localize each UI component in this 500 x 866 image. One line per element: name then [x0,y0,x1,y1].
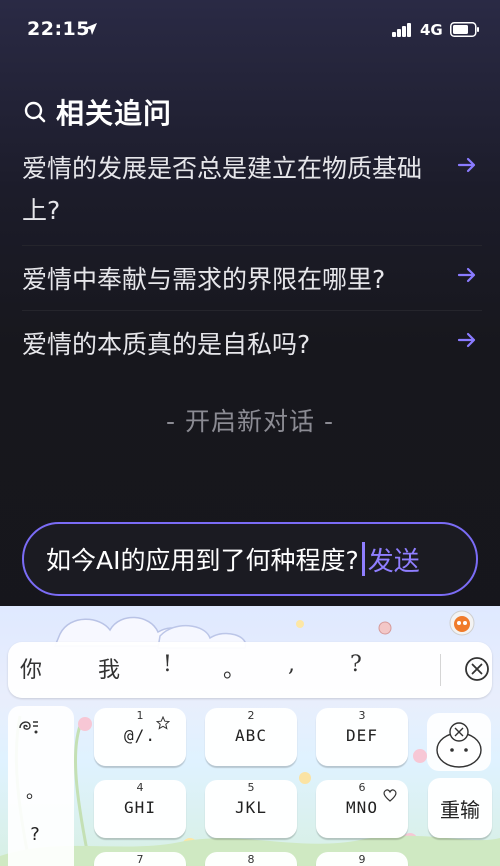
chat-input-box[interactable]: 如今AI的应用到了何种程度? 发送 [22,522,478,596]
related-question-text: 爱情的发展是否总是建立在物质基础上? [22,154,423,225]
related-question-item[interactable]: 爱情中奉献与需求的界限在哪里? [22,246,482,311]
key-number: 5 [247,781,255,794]
symbol-key[interactable]: ? [8,824,62,845]
text-caret [361,542,365,576]
heart-icon [383,789,397,802]
key-number: 7 [136,853,144,866]
key-number: 2 [247,709,255,722]
key-label: @/. [124,726,156,745]
key-label: GHI [124,798,156,817]
key-7[interactable]: 7 [94,852,186,866]
candidate-bar: 你 我 ! 。 , ? [8,642,492,698]
key-4[interactable]: 4 GHI [94,780,186,838]
candidate-item[interactable]: ? [350,652,362,677]
key-9[interactable]: 9 [316,852,408,866]
key-8[interactable]: 8 [205,852,297,866]
related-questions-title: 相关追问 [56,97,173,130]
related-question-text: 爱情中奉献与需求的界限在哪里? [22,265,386,294]
battery-icon [450,22,479,37]
candidate-item[interactable]: 我 [98,652,120,684]
status-bar: 22:15 4G [0,0,500,60]
app-screen: 22:15 4G 相关追问 爱情的发展是否总是建立在物质基础上? 爱情中奉献与需… [0,0,500,866]
emoji-scribble-icon[interactable] [16,716,42,738]
key-number: 1 [136,709,144,722]
status-time: 22:15 [27,18,90,40]
send-button[interactable]: 发送 [368,541,420,578]
related-question-item[interactable]: 爱情的发展是否总是建立在物质基础上? [22,148,482,246]
keyboard-skin-icon[interactable] [449,610,475,636]
arrow-right-icon [457,332,476,348]
chat-input-text[interactable]: 如今AI的应用到了何种程度? [46,541,359,577]
key-3[interactable]: 3 DEF [316,708,408,766]
key-number: 8 [247,853,255,866]
delete-mascot-icon[interactable] [426,712,492,772]
related-questions-header: 相关追问 [24,94,172,130]
star-icon [156,716,170,730]
key-number: 3 [358,709,366,722]
key-5[interactable]: 5 JKL [205,780,297,838]
key-2[interactable]: 2 ABC [205,708,297,766]
arrow-right-icon [457,157,476,173]
search-icon [24,101,46,123]
candidate-item[interactable]: 。 [223,652,245,684]
close-icon[interactable] [464,656,490,682]
related-question-item[interactable]: 爱情的本质真的是自私吗? [22,311,482,381]
symbol-side-panel: 。 ? [8,706,74,866]
arrow-right-icon [457,267,476,283]
candidate-item[interactable]: 你 [20,652,42,684]
key-number: 9 [358,853,366,866]
new-chat-link[interactable]: - 开启新对话 - [0,402,500,438]
reinput-button[interactable]: 重输 [428,778,492,838]
signal-strength-icon [392,22,414,37]
candidate-item[interactable]: , [288,652,295,677]
candidate-divider [440,654,441,686]
key-label: JKL [235,798,267,817]
network-type: 4G [420,21,443,39]
related-questions-list: 爱情的发展是否总是建立在物质基础上? 爱情中奉献与需求的界限在哪里? 爱情的本质… [22,148,482,381]
key-number: 4 [136,781,144,794]
location-arrow-icon [85,23,97,35]
key-1[interactable]: 1 @/. [94,708,186,766]
key-label: DEF [346,726,378,745]
symbol-key[interactable]: 。 [8,778,62,804]
reinput-label: 重输 [440,798,480,822]
key-label: ABC [235,726,267,745]
related-question-text: 爱情的本质真的是自私吗? [22,330,311,359]
candidate-item[interactable]: ! [163,652,172,677]
